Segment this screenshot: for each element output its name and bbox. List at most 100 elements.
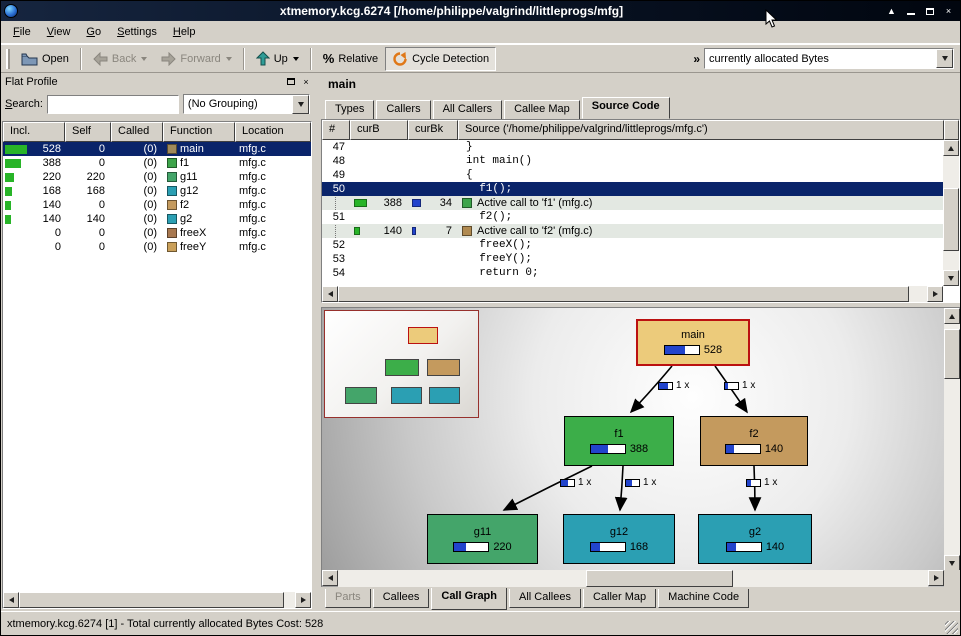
dock-titlebar[interactable]: Flat Profile ×	[2, 73, 315, 90]
combo-arrow-button[interactable]	[292, 95, 309, 114]
scroll-up-button[interactable]	[943, 140, 959, 156]
source-call-line[interactable]: 140 7 Active call to 'f2' (mfg.c)	[322, 224, 943, 238]
scroll-right-button[interactable]	[928, 570, 944, 586]
tab-types[interactable]: Types	[325, 100, 374, 119]
scroll-down-button[interactable]	[944, 555, 960, 571]
scroll-left-button[interactable]	[322, 570, 338, 586]
horizontal-scrollbar[interactable]	[3, 592, 311, 608]
titlebar: xtmemory.kcg.6274 [/home/philippe/valgri…	[1, 1, 960, 21]
scroll-up-button[interactable]	[944, 308, 960, 324]
menu-go[interactable]: Go	[78, 22, 109, 42]
combo-arrow-button[interactable]	[936, 49, 953, 68]
tab-source-code[interactable]: Source Code	[582, 97, 670, 119]
column-header-line[interactable]: #	[322, 120, 350, 140]
column-header-self[interactable]: Self	[65, 122, 111, 142]
graph-node-main[interactable]: main 528	[636, 319, 750, 366]
scroll-left-button[interactable]	[3, 592, 19, 608]
graph-node-f1[interactable]: f1 388	[564, 416, 674, 466]
menu-file[interactable]: File	[5, 22, 39, 42]
maximize-button[interactable]	[921, 4, 938, 19]
source-call-line[interactable]: 388 34 Active call to 'f1' (mfg.c)	[322, 196, 943, 210]
scroll-right-button[interactable]	[927, 286, 943, 302]
column-header-incl[interactable]: Incl.	[3, 122, 65, 142]
toolbar-handle[interactable]	[6, 49, 10, 69]
column-header-curbk[interactable]: curBk	[408, 120, 458, 140]
scroll-down-button[interactable]	[943, 270, 959, 286]
dock-float-button[interactable]	[285, 76, 297, 88]
tab-callers[interactable]: Callers	[376, 100, 430, 119]
scrollbar-thumb[interactable]	[586, 570, 734, 587]
scroll-left-button[interactable]	[322, 286, 338, 302]
table-row[interactable]: 168 168 (0) g12 mfg.c	[3, 184, 311, 198]
source-line-selected[interactable]: 50 f1();	[322, 182, 943, 196]
scrollbar-track[interactable]	[943, 156, 959, 270]
source-line[interactable]: 51 f2();	[322, 210, 943, 224]
cycle-detection-toggle-button[interactable]: Cycle Detection	[385, 47, 496, 71]
scrollbar-thumb[interactable]	[944, 329, 960, 380]
menu-settings[interactable]: Settings	[109, 22, 165, 42]
tab-machine-code[interactable]: Machine Code	[658, 589, 749, 608]
relative-toggle-button[interactable]: % Relative	[316, 47, 385, 71]
menu-view[interactable]: View	[39, 22, 79, 42]
source-line[interactable]: 47 }	[322, 140, 943, 154]
scrollbar-track[interactable]	[338, 286, 927, 302]
toolbar-overflow-button[interactable]: »	[693, 52, 700, 66]
forward-arrow-icon	[161, 52, 176, 66]
source-line[interactable]: 54 return 0;	[322, 266, 943, 280]
tab-parts[interactable]: Parts	[325, 589, 371, 608]
graph-node-g12[interactable]: g12 168	[563, 514, 675, 564]
graph-node-g11[interactable]: g11 220	[427, 514, 538, 564]
grouping-select[interactable]: (No Grouping)	[183, 94, 310, 114]
graph-minimap[interactable]	[324, 310, 479, 418]
menu-help[interactable]: Help	[165, 22, 204, 42]
source-line[interactable]: 48 int main()	[322, 154, 943, 168]
minimize-button[interactable]	[902, 4, 919, 19]
scroll-right-button[interactable]	[295, 592, 311, 608]
graph-node-f2[interactable]: f2 140	[700, 416, 808, 466]
scrollbar-thumb[interactable]	[943, 188, 959, 251]
up-button[interactable]: Up	[249, 47, 306, 71]
tab-callee-map[interactable]: Callee Map	[504, 100, 580, 119]
column-header-source[interactable]: Source ('/home/philippe/valgrind/littlep…	[458, 120, 944, 140]
call-graph-view[interactable]: main 528 f1 388 f2 140 g11 220 g12 168 g…	[321, 307, 960, 587]
table-row[interactable]: 140 0 (0) f2 mfg.c	[3, 198, 311, 212]
tab-call-graph[interactable]: Call Graph	[431, 588, 507, 610]
close-button[interactable]: ×	[940, 4, 957, 19]
scrollbar-thumb[interactable]	[19, 592, 284, 608]
search-input[interactable]	[47, 95, 179, 114]
source-line[interactable]: 53 freeY();	[322, 252, 943, 266]
scrollbar-track[interactable]	[19, 592, 295, 608]
table-row[interactable]: 388 0 (0) f1 mfg.c	[3, 156, 311, 170]
shade-button[interactable]: ▲	[883, 4, 900, 19]
tab-all-callers[interactable]: All Callers	[433, 100, 503, 119]
table-row[interactable]: 0 0 (0) freeY mfg.c	[3, 240, 311, 254]
column-header-function[interactable]: Function	[163, 122, 235, 142]
table-row[interactable]: 0 0 (0) freeX mfg.c	[3, 226, 311, 240]
scrollbar-track[interactable]	[944, 324, 960, 555]
horizontal-scrollbar[interactable]	[322, 286, 943, 302]
resize-grip[interactable]	[945, 621, 958, 634]
tab-caller-map[interactable]: Caller Map	[583, 589, 656, 608]
tab-callees[interactable]: Callees	[373, 589, 430, 608]
source-line[interactable]: 52 freeX();	[322, 238, 943, 252]
column-header-location[interactable]: Location	[235, 122, 311, 142]
open-button[interactable]: Open	[14, 47, 76, 71]
table-row[interactable]: 220 220 (0) g11 mfg.c	[3, 170, 311, 184]
graph-node-g2[interactable]: g2 140	[698, 514, 812, 564]
scrollbar-thumb[interactable]	[338, 286, 909, 302]
toolbar: Open Back Forward Up % Relative Cycle De…	[1, 44, 960, 73]
forward-button[interactable]: Forward	[154, 47, 238, 71]
event-type-select[interactable]: currently allocated Bytes	[704, 48, 954, 69]
horizontal-scrollbar[interactable]	[322, 570, 944, 587]
column-header-curb[interactable]: curB	[350, 120, 408, 140]
table-row[interactable]: 140 140 (0) g2 mfg.c	[3, 212, 311, 226]
vertical-scrollbar[interactable]	[943, 140, 959, 286]
table-row[interactable]: 528 0 (0) main mfg.c	[3, 142, 311, 156]
tab-all-callees[interactable]: All Callees	[509, 589, 581, 608]
dock-close-button[interactable]: ×	[300, 76, 312, 88]
scrollbar-track[interactable]	[338, 570, 928, 587]
back-button[interactable]: Back	[86, 47, 154, 71]
source-line[interactable]: 49 {	[322, 168, 943, 182]
column-header-called[interactable]: Called	[111, 122, 163, 142]
vertical-scrollbar[interactable]	[944, 308, 960, 571]
